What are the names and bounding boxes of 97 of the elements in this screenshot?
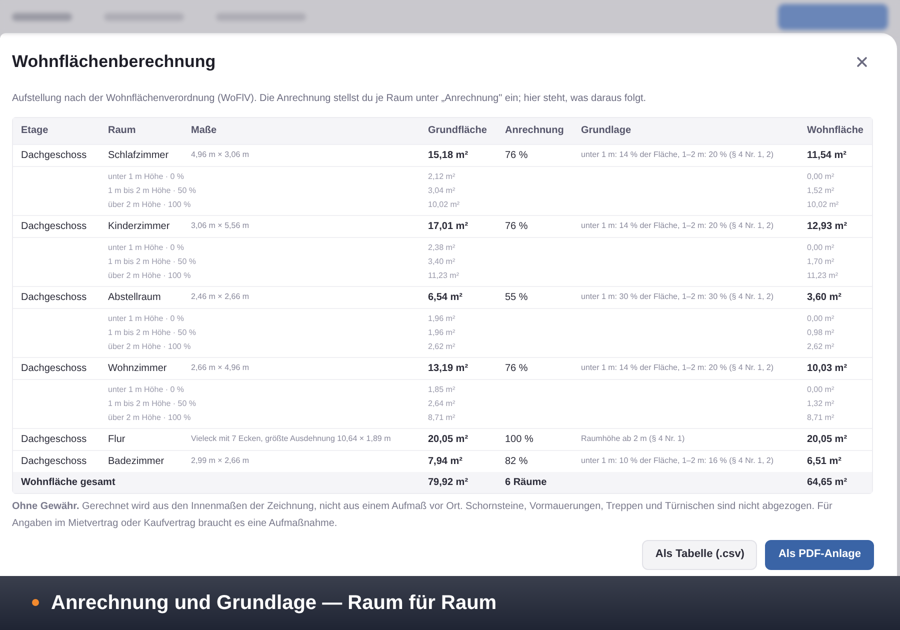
table-cell-text: 2,64 m² [428,398,456,410]
table-cell-text: unter 1 m Höhe · 0 % [108,242,186,254]
table-cell-text: 3,04 m² [428,184,456,196]
table-cell-text: Flur [108,432,126,446]
table-cell-text: Dachgeschoss [20,220,88,234]
table-cell-text: 2,62 m² [428,340,456,352]
table-cell-text: Wohnfläche gesamt [20,476,116,490]
table-cell-text: 15,18 m² [428,148,470,162]
table-cell-text: 10,02 m² [428,198,461,210]
table-cell-text: Schlafzimmer [108,148,170,162]
table-cell-text: Badezimmer [108,454,166,468]
table-cell-text: 2,12 m² [428,170,456,182]
column-header: Wohnfläche [807,124,864,138]
bullet-icon [32,599,39,606]
table-cell-text: unter 1 m: 14 % der Fläche, 1–2 m: 20 % (§ 4 Nr. 1, 2) [581,149,775,161]
table-cell-text: 2,66 m × 4,96 m [191,362,250,374]
table-cell-text: 20,05 m² [428,432,470,446]
table-cell-text: unter 1 m Höhe · 0 % [108,312,186,324]
table-cell-text: 1,96 m² [428,312,456,324]
table-cell-text: 1,32 m² [807,398,836,410]
table-cell-text: 0,00 m² [807,170,836,182]
table-cell-text: 1,85 m² [428,384,456,396]
table-cell-text: über 2 m Höhe · 100 % [108,198,192,210]
table-cell-text: 6 Räume [505,476,548,490]
dialog-subtitle: Aufstellung nach der Wohnflächenverordnung (WoFlV). Die Anrechnung stellst du je Raum unter „Anrechnung" ein; hier steht, was daraus folgt. [12,92,648,106]
table-cell-text: unter 1 m: 14 % der Fläche, 1–2 m: 20 % (§ 4 Nr. 1, 2) [581,362,775,374]
table-cell-text: Dachgeschoss [20,148,88,162]
table-cell-text: Dachgeschoss [20,362,88,376]
dialog-title: Wohnflächenberechnung [12,51,216,73]
table-cell-text: 0,00 m² [807,242,836,254]
table-cell-text: 82 % [505,454,529,468]
table-cell-text: 1,52 m² [807,184,836,196]
table-cell-text: 10,03 m² [807,362,848,376]
table-cell-text: über 2 m Höhe · 100 % [108,340,192,352]
table-cell-text: Dachgeschoss [20,432,88,446]
table-cell-text: 4,96 m × 3,06 m [191,149,250,161]
table-cell-text: 13,19 m² [428,362,470,376]
table-cell-text: Vieleck mit 7 Ecken, größte Ausdehnung 10,64 × 1,89 m [191,433,392,445]
table-cell-text: 1,96 m² [428,326,456,338]
table-cell-text: 2,99 m × 2,66 m [191,455,250,467]
table-cell-text: 1,70 m² [807,256,836,268]
table-cell-text: 1 m bis 2 m Höhe · 50 % [108,256,198,268]
table-cell-text: 3,06 m × 5,56 m [191,220,250,232]
table-cell-text: Dachgeschoss [20,454,88,468]
table-cell-text: unter 1 m Höhe · 0 % [108,384,186,396]
csv-export-button[interactable]: Als Tabelle (.csv) [642,540,758,570]
table-cell-text: Wohnzimmer [108,362,168,376]
table-cell-text: 6,51 m² [807,454,842,468]
table-cell-text: 1 m bis 2 m Höhe · 50 % [108,326,198,338]
column-header: Maße [191,124,218,138]
table-cell-text: 100 % [505,432,534,446]
column-header: Anrechnung [505,124,565,138]
table-cell-text: 0,00 m² [807,312,836,324]
table-cell-text: 55 % [505,290,529,304]
disclaimer-text: Ohne Gewähr. Gerechnet wird aus den Innenmaßen der Zeichnung, nicht aus einem Aufmaß vor Ort. Schornsteine, Vormauerungen, Treppen und Türnischen sind nicht abgezogen. Für Angaben im Mietvertrag oder Kaufvertrag braucht es eine Aufmaßnahme. [12,500,834,530]
caption-text: Anrechnung und Grundlage — Raum für Raum [51,590,497,616]
table-cell-text: über 2 m Höhe · 100 % [108,270,192,282]
table-cell-text: 10,02 m² [807,198,840,210]
table-cell-text: 2,46 m × 2,66 m [191,291,250,303]
table-cell-text: 6,54 m² [428,290,464,304]
table-cell-text: 3,60 m² [807,290,842,304]
table-cell-text: 8,71 m² [428,412,456,424]
table-cell-text: unter 1 m: 30 % der Fläche, 1–2 m: 30 % (§ 4 Nr. 1, 2) [581,291,775,303]
table-cell-text: Abstellraum [108,290,162,304]
table-cell-text: 79,92 m² [428,476,470,490]
table-cell-text: 8,71 m² [807,412,836,424]
column-header: Raum [108,124,137,138]
column-header: Grundlage [581,124,632,138]
column-header: Grundfläche [428,124,488,138]
table-cell-text: 11,54 m² [807,148,848,162]
table-cell-text: über 2 m Höhe · 100 % [108,412,192,424]
table-cell-text: 2,38 m² [428,242,456,254]
table-cell-text: Dachgeschoss [20,290,88,304]
table-cell-text: 11,23 m² [428,270,460,282]
table-cell-text: 1 m bis 2 m Höhe · 50 % [108,184,198,196]
table-cell-text: 76 % [505,220,529,234]
pdf-export-button[interactable]: Als PDF-Anlage [765,540,874,570]
table-cell-text: 1 m bis 2 m Höhe · 50 % [108,398,198,410]
table-cell-text: 12,93 m² [807,220,848,234]
table-cell-text: 3,40 m² [428,256,456,268]
table-cell-text: 76 % [505,148,529,162]
table-cell-text: 7,94 m² [428,454,464,468]
table-cell-text: 0,00 m² [807,384,836,396]
table-cell-text: Kinderzimmer [108,220,171,234]
table-cell-text: unter 1 m: 14 % der Fläche, 1–2 m: 20 % (§ 4 Nr. 1, 2) [581,220,775,232]
table-cell-text: 76 % [505,362,529,376]
column-header: Etage [20,124,50,138]
table-cell-text: 2,62 m² [807,340,836,352]
table-cell-text: 0,98 m² [807,326,836,338]
table-cell-text: unter 1 m: 10 % der Fläche, 1–2 m: 16 % (§ 4 Nr. 1, 2) [581,455,775,467]
table-cell-text: 20,05 m² [807,432,848,446]
table-cell-text: Raumhöhe ab 2 m (§ 4 Nr. 1) [581,433,686,445]
close-icon[interactable] [855,54,869,69]
table-cell-text: 64,65 m² [807,476,848,490]
table-cell-text: unter 1 m Höhe · 0 % [108,170,186,182]
table-cell-text: 11,23 m² [807,270,839,282]
table-cell-text: 17,01 m² [428,220,470,234]
